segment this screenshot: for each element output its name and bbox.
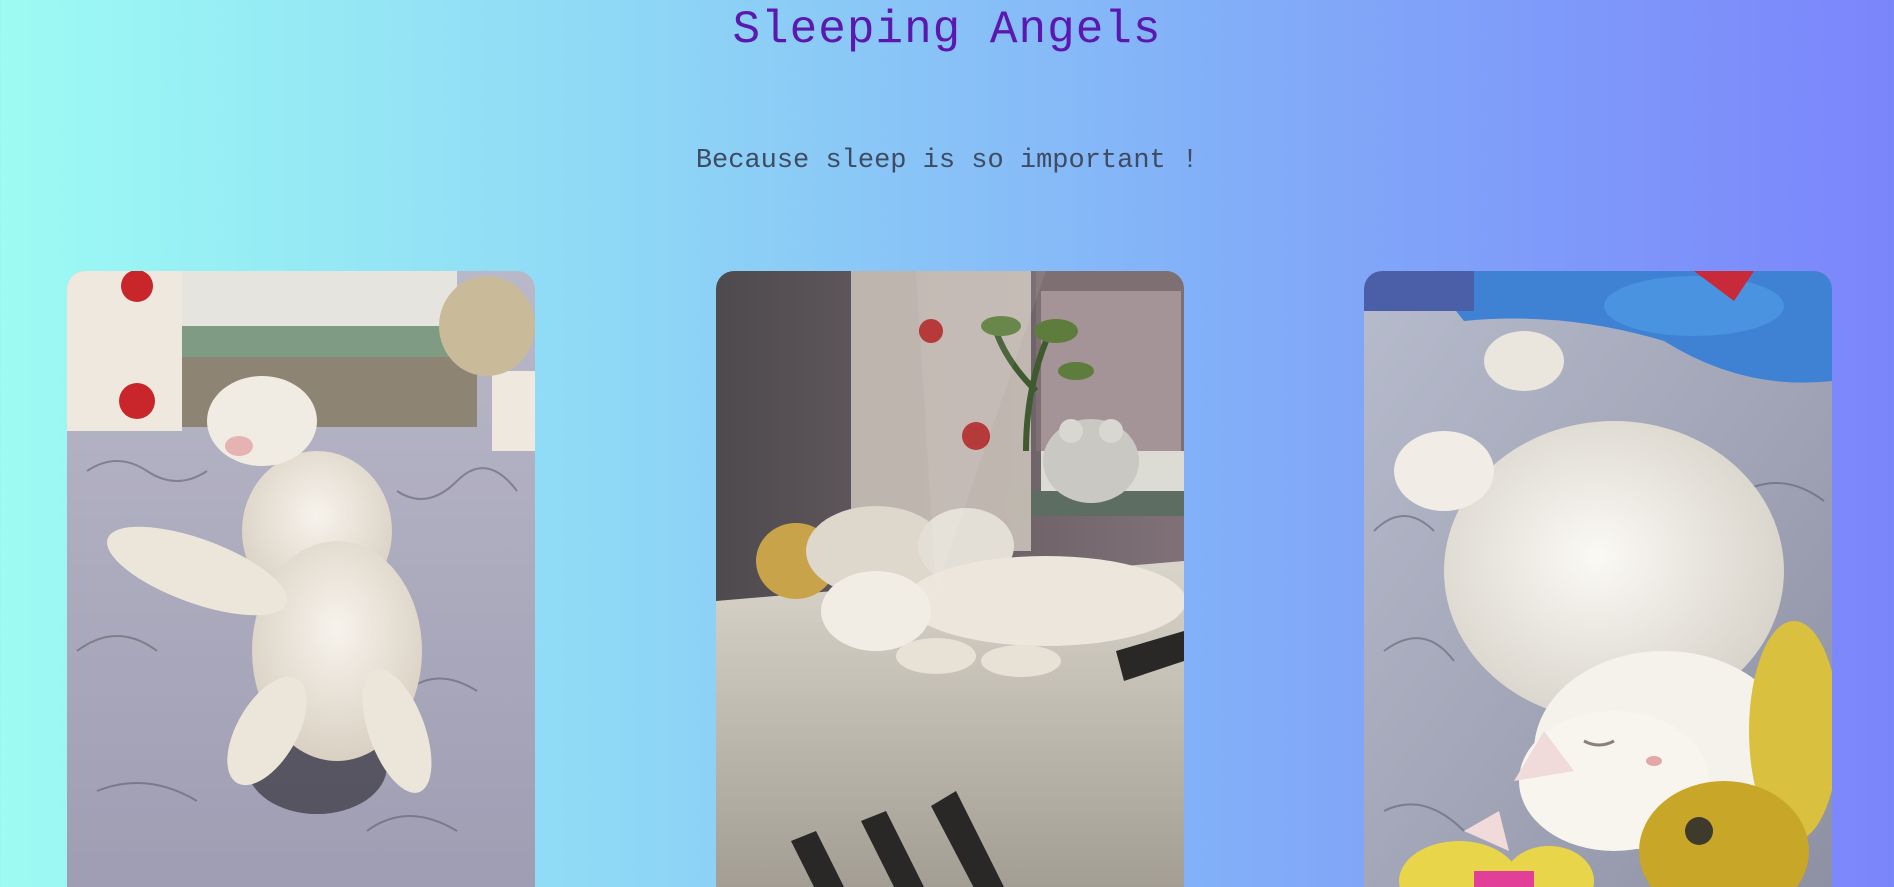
cat-photo-3 <box>1364 271 1832 887</box>
cat-photo-1-image <box>67 271 535 887</box>
page-title: Sleeping Angels <box>732 4 1162 56</box>
cat-photo-1 <box>67 271 535 887</box>
cat-photo-2-image <box>716 271 1184 887</box>
cat-photo-3-image <box>1364 271 1832 887</box>
cat-photo-2 <box>716 271 1184 887</box>
page-subtitle: Because sleep is so important ! <box>695 146 1199 176</box>
